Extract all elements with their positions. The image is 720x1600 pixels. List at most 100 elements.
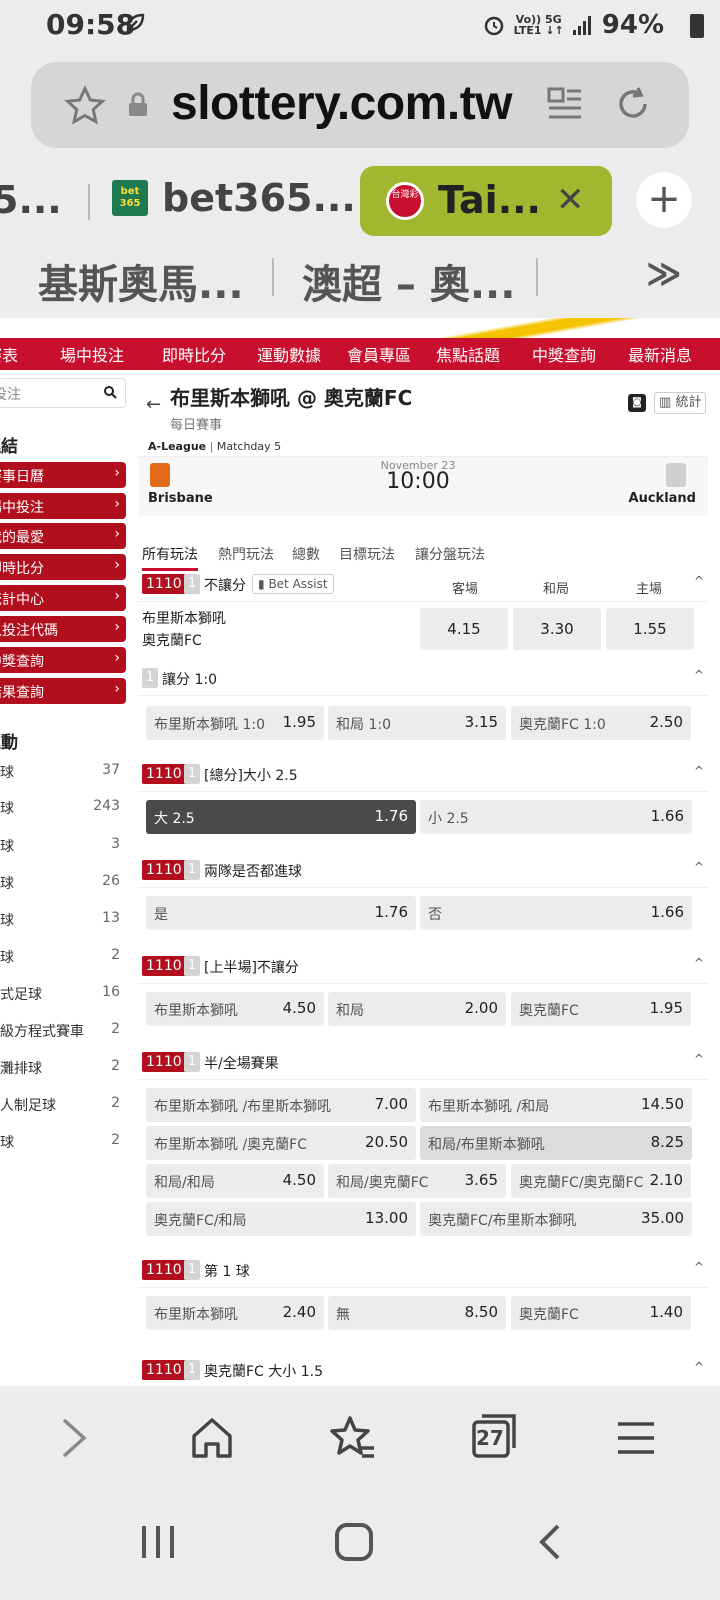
tab-popular[interactable]: 熱門玩法	[218, 544, 274, 564]
site-nav-item[interactable]: 焦點話題	[436, 342, 500, 366]
collapse-caret-icon[interactable]: ^	[694, 1260, 704, 1274]
odds-button[interactable]: 布里斯本獅吼 4.50	[146, 992, 324, 1026]
market-header[interactable]: 1110 1 半/全場賽果 ^	[138, 1048, 708, 1080]
sidebar-sport-item[interactable]: 手球 2	[0, 1132, 126, 1156]
odds-button[interactable]: 奧克蘭FC 1.40	[511, 1296, 691, 1330]
home-nav-icon[interactable]	[334, 1522, 374, 1562]
tab-goals[interactable]: 目標玩法	[339, 544, 395, 564]
site-nav-item[interactable]: 中獎查詢	[532, 342, 596, 366]
close-tab-icon[interactable]: ✕	[556, 180, 585, 220]
tab-handicap[interactable]: 讓分盤玩法	[415, 544, 485, 564]
odds-button[interactable]: 否 1.66	[420, 896, 692, 930]
odds-button[interactable]: 小 2.5 1.66	[420, 800, 692, 834]
sidebar-link[interactable]: 賽事日曆 ›	[0, 462, 126, 488]
sidebar-sport-item[interactable]: 足球 37	[0, 762, 126, 786]
reader-mode-icon[interactable]	[545, 84, 585, 124]
sidebar-sport-item[interactable]: 排球 2	[0, 947, 126, 971]
tab-totals[interactable]: 總數	[292, 544, 320, 564]
odds-button[interactable]: 奧克蘭FC/布里斯本獅吼 35.00	[420, 1202, 692, 1236]
odds-button[interactable]: 4.15	[420, 608, 508, 650]
browser-tab-2[interactable]: bet 365 bet365...	[112, 176, 356, 220]
lock-icon[interactable]	[127, 92, 149, 118]
back-arrow-icon[interactable]: ←	[146, 394, 161, 415]
collapse-caret-icon[interactable]: ^	[694, 1360, 704, 1374]
tab-all-markets[interactable]: 所有玩法	[142, 544, 198, 571]
back-nav-icon[interactable]	[536, 1522, 566, 1562]
sidebar-link[interactable]: 輸入投注代碼 ›	[0, 616, 126, 642]
sidebar-link[interactable]: 中獎查詢 ›	[0, 647, 126, 673]
odds-button[interactable]: 奧克蘭FC/和局 13.00	[146, 1202, 416, 1236]
odds-button[interactable]: 布里斯本獅吼 /奧克蘭FC 20.50	[146, 1126, 416, 1160]
stats-tracker-icon[interactable]: ◙	[628, 394, 646, 412]
market-header[interactable]: 1 讓分 1:0 ^	[138, 664, 708, 696]
market-header[interactable]: 1110 1 不讓分 ▮ Bet Assist 客場 和局 主場 ^	[138, 570, 708, 602]
site-nav-item[interactable]: 即時比分	[162, 342, 226, 366]
collapse-caret-icon[interactable]: ^	[694, 1052, 704, 1066]
odds-button[interactable]: 無 8.50	[328, 1296, 506, 1330]
collapse-caret-icon[interactable]: ^	[694, 956, 704, 970]
market-header[interactable]: 1110 1 兩隊是否都進球 ^	[138, 856, 708, 888]
sidebar-search-input[interactable]: 投注	[0, 378, 126, 408]
odds-button-selected[interactable]: 大 2.5 1.76	[146, 800, 416, 834]
site-nav-item[interactable]: 運動數據	[257, 342, 321, 366]
market-header[interactable]: 1110 1 奧克蘭FC 大小 1.5 ^	[138, 1356, 708, 1386]
collapse-caret-icon[interactable]: ^	[694, 764, 704, 778]
more-bookmarks-icon[interactable]: ≫	[646, 254, 682, 294]
odds-button[interactable]: 1.55	[606, 608, 694, 650]
reload-icon[interactable]	[611, 82, 655, 126]
bookmark-1[interactable]: 基斯奧馬...	[38, 252, 244, 310]
sidebar-link[interactable]: 統計中心 ›	[0, 585, 126, 611]
stats-button[interactable]: ▥ 統計	[654, 392, 707, 414]
odds-button[interactable]: 是 1.76	[146, 896, 416, 930]
odds-button[interactable]: 奧克蘭FC 1:0 2.50	[511, 706, 691, 740]
sidebar-sport-item[interactable]: 五人制足球 2	[0, 1095, 126, 1119]
bookmark-2[interactable]: 澳超 – 奧...	[302, 252, 515, 310]
odds-button[interactable]: 和局 1:0 3.15	[328, 706, 506, 740]
site-nav-item[interactable]: 賽表	[0, 342, 18, 366]
browser-tab-active[interactable]: 台灣彩 Tai... ✕	[360, 166, 612, 236]
sidebar-link[interactable]: 我的最愛 ›	[0, 523, 126, 549]
menu-icon[interactable]	[614, 1414, 658, 1462]
market-header[interactable]: 1110 1 [上半場]不讓分 ^	[138, 952, 708, 984]
collapse-caret-icon[interactable]: ^	[694, 860, 704, 874]
site-nav-item[interactable]: 會員專區	[347, 342, 411, 366]
sidebar-sport-item[interactable]: 冰球 13	[0, 910, 126, 934]
sidebar-sport-item[interactable]: 網球 26	[0, 873, 126, 897]
odds-button[interactable]: 和局/奧克蘭FC 3.65	[328, 1164, 506, 1198]
browser-tab-1[interactable]: 5...	[0, 178, 62, 222]
site-nav-item[interactable]: 最新消息	[628, 342, 692, 366]
sidebar-sport-item[interactable]: 一級方程式賽車 2	[0, 1021, 126, 1045]
collapse-caret-icon[interactable]: ^	[694, 574, 704, 588]
bookmark-star-icon[interactable]	[63, 84, 107, 128]
odds-button[interactable]: 3.30	[513, 608, 601, 650]
odds-button[interactable]: 布里斯本獅吼 1:0 1.95	[146, 706, 324, 740]
forward-icon[interactable]	[56, 1414, 92, 1462]
market-header[interactable]: 1110 1 [總分]大小 2.5 ^	[138, 760, 708, 792]
odds-button[interactable]: 和局 2.00	[328, 992, 506, 1026]
market-header[interactable]: 1110 1 第 1 球 ^	[138, 1256, 708, 1288]
odds-button[interactable]: 和局/布里斯本獅吼 8.25	[420, 1126, 692, 1160]
sidebar-sport-item[interactable]: 籃球 243	[0, 798, 126, 822]
search-icon[interactable]	[103, 385, 117, 399]
url-text[interactable]: slottery.com.tw	[171, 76, 513, 131]
bookmarks-icon[interactable]	[328, 1414, 376, 1462]
home-icon[interactable]	[190, 1414, 234, 1462]
sidebar-link[interactable]: 場中投注 ›	[0, 493, 126, 519]
sidebar-sport-item[interactable]: 美式足球 16	[0, 984, 126, 1008]
bet-assist-button[interactable]: ▮ Bet Assist	[252, 574, 334, 594]
recent-apps-icon[interactable]	[138, 1522, 178, 1562]
odds-button[interactable]: 奧克蘭FC 1.95	[511, 992, 691, 1026]
odds-button[interactable]: 奧克蘭FC/奧克蘭FC 2.10	[511, 1164, 691, 1198]
new-tab-button[interactable]: +	[636, 172, 692, 228]
sidebar-link[interactable]: 結果查詢 ›	[0, 678, 126, 704]
sidebar-sport-item[interactable]: 沙灘排球 2	[0, 1058, 126, 1082]
site-nav-item[interactable]: 場中投注	[60, 342, 124, 366]
odds-button[interactable]: 布里斯本獅吼 /和局 14.50	[420, 1088, 692, 1122]
collapse-caret-icon[interactable]: ^	[694, 668, 704, 682]
sidebar-link[interactable]: 即時比分 ›	[0, 554, 126, 580]
tabs-button[interactable]: 27	[470, 1412, 518, 1460]
odds-button[interactable]: 布里斯本獅吼 /布里斯本獅吼 7.00	[146, 1088, 416, 1122]
odds-button[interactable]: 和局/和局 4.50	[146, 1164, 324, 1198]
address-bar[interactable]: slottery.com.tw	[31, 62, 689, 148]
sidebar-sport-item[interactable]: 棒球 3	[0, 836, 126, 860]
